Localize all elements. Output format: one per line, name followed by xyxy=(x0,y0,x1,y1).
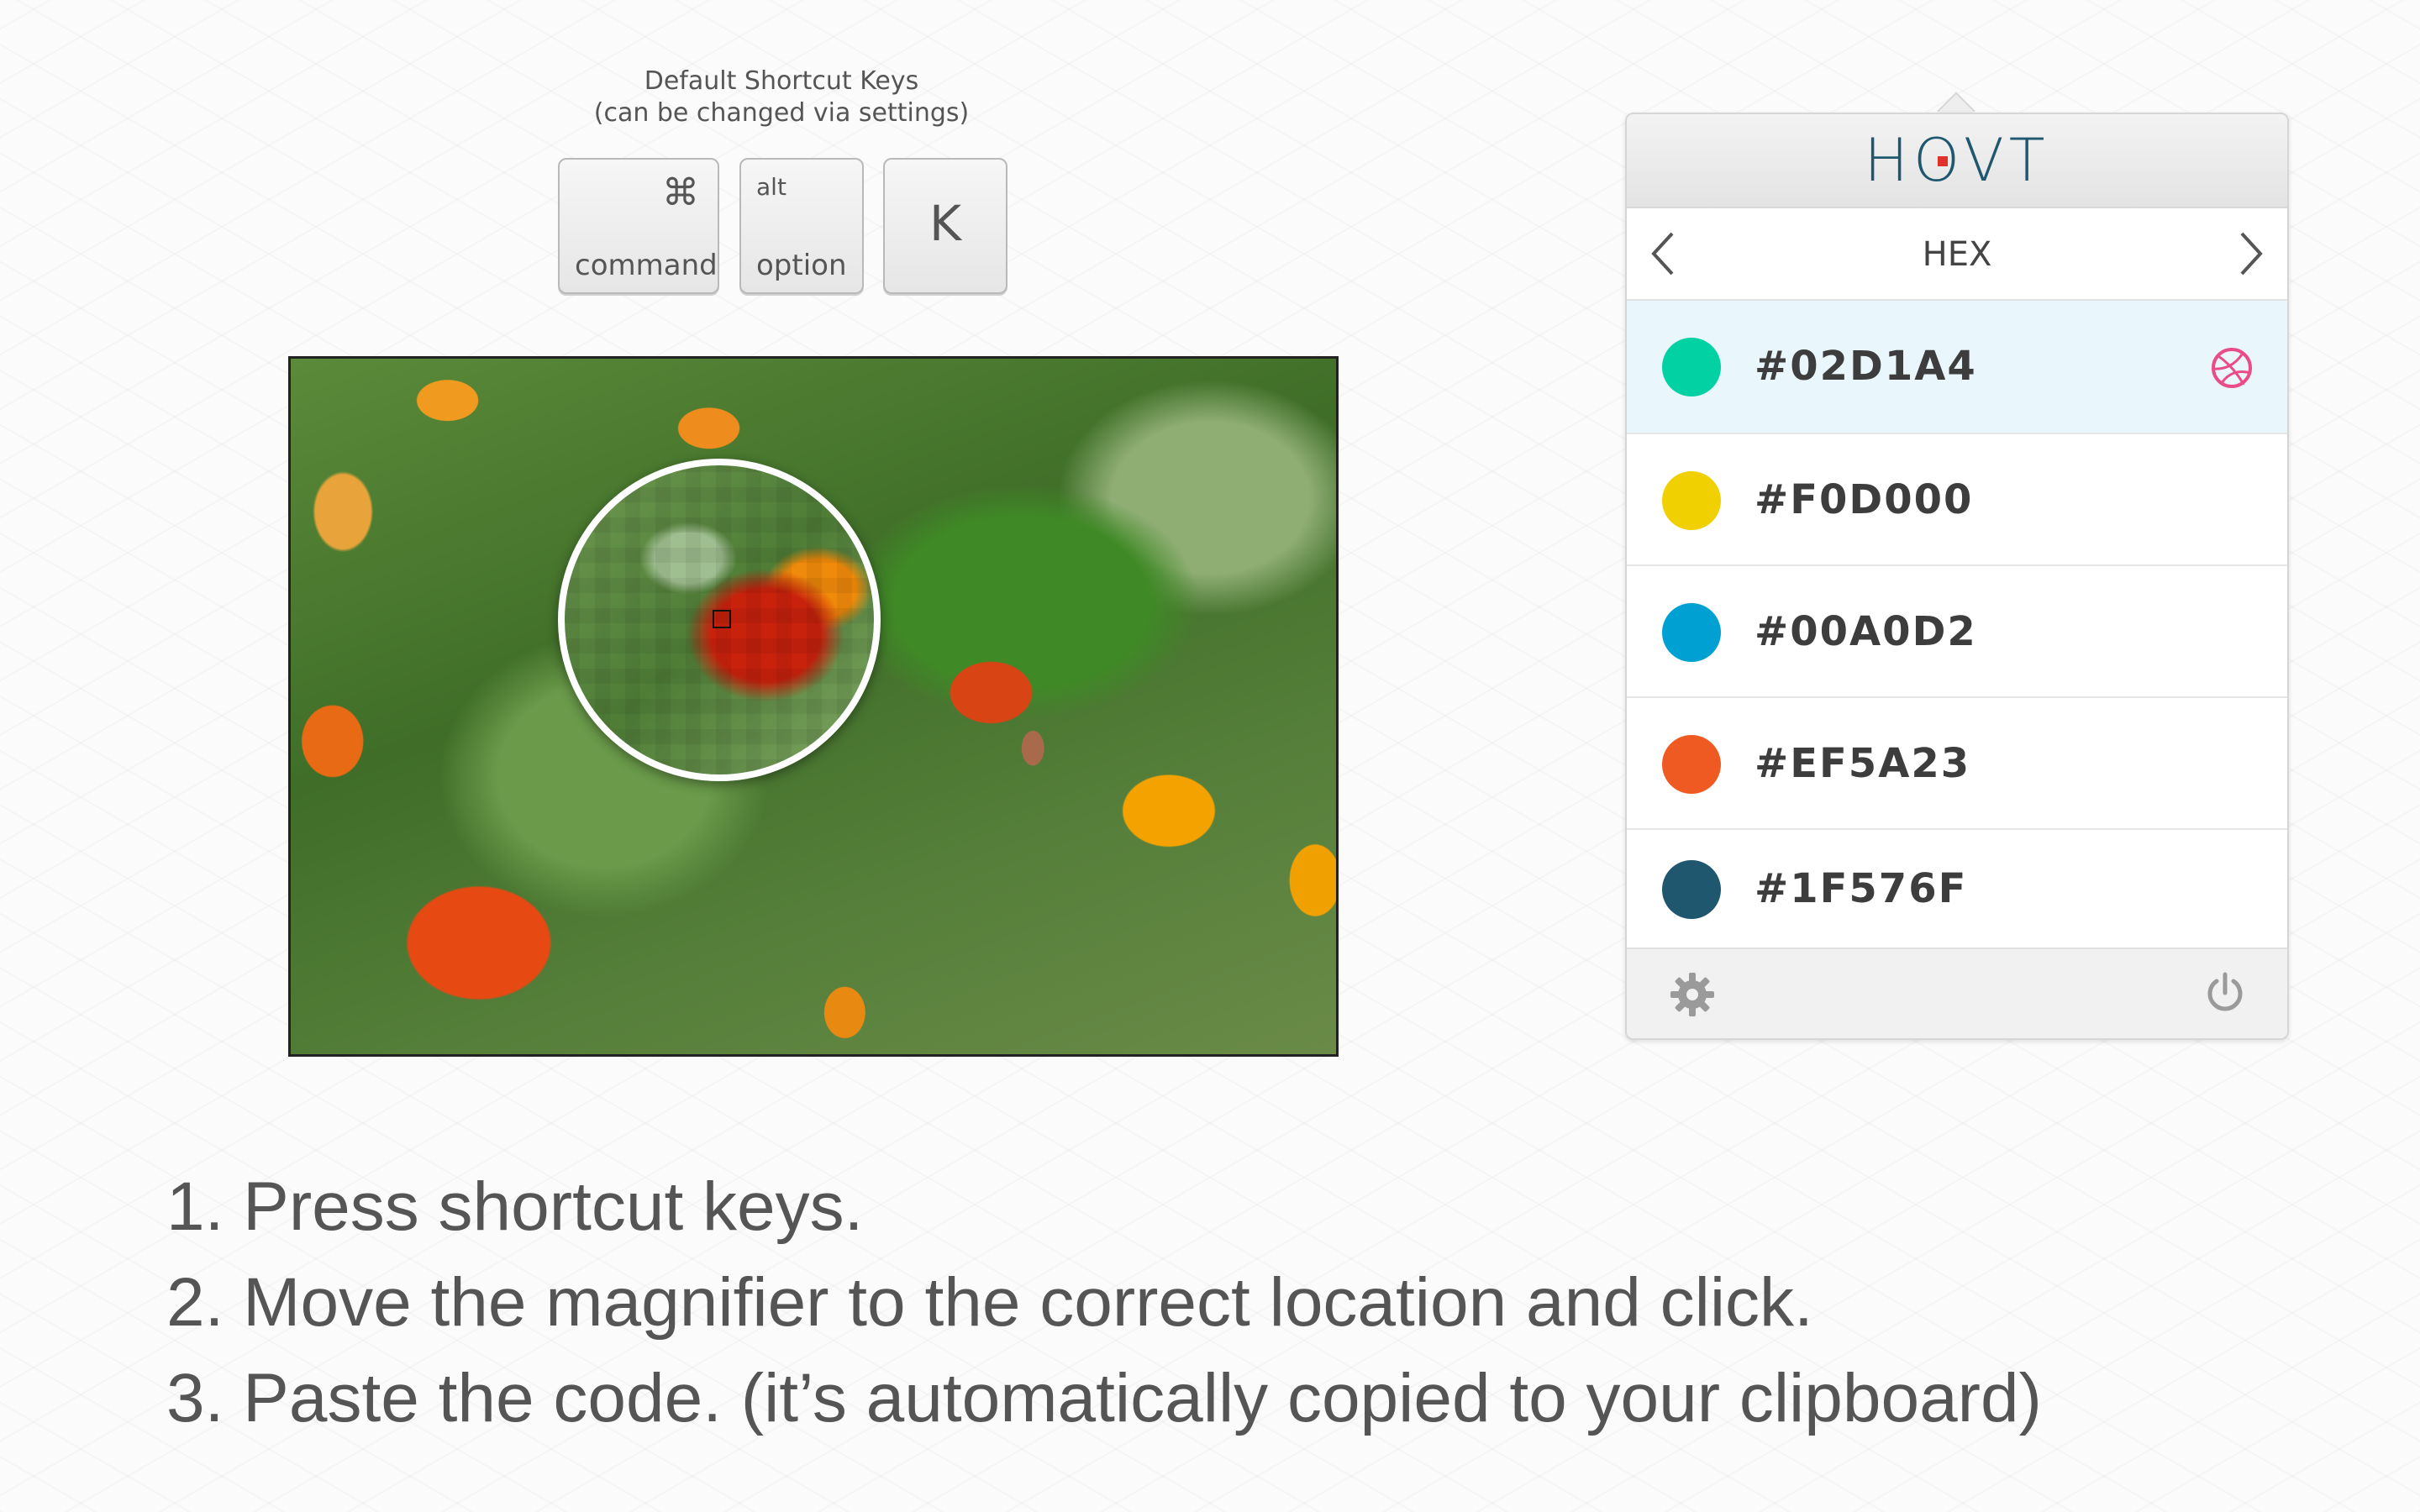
hex-value: #EF5A23 xyxy=(1754,740,1971,787)
power-icon[interactable] xyxy=(2202,969,2249,1016)
app-logo: HOVT xyxy=(1864,126,2050,195)
color-swatch xyxy=(1662,735,1721,794)
shortcut-subtitle: (can be changed via settings) xyxy=(593,98,970,128)
hex-value: #02D1A4 xyxy=(1754,343,1977,390)
color-swatch xyxy=(1662,471,1721,530)
color-history-list: #02D1A4 #F0D000 #00A0D2 #EF5A23 #1F576F xyxy=(1627,301,2287,954)
hex-value: #00A0D2 xyxy=(1754,608,1977,655)
option-key: alt option xyxy=(739,158,864,294)
dribbble-icon[interactable] xyxy=(2210,346,2254,390)
magnifier-target-pixel xyxy=(713,610,731,628)
hex-value: #1F576F xyxy=(1754,865,1968,912)
color-swatch xyxy=(1662,860,1721,919)
color-swatch xyxy=(1662,603,1721,662)
step-1: 1. Press shortcut keys. xyxy=(166,1168,864,1245)
chevron-right-icon[interactable] xyxy=(2233,228,2267,279)
option-key-label: option xyxy=(756,249,847,282)
format-label: HEX xyxy=(1922,235,1992,274)
instructions: 1. Press shortcut keys. 2. Move the magn… xyxy=(166,1159,2267,1446)
step-2: 2. Move the magnifier to the correct loc… xyxy=(166,1264,1813,1341)
format-selector: HEX xyxy=(1627,208,2287,301)
color-row[interactable]: #1F576F xyxy=(1627,830,2287,954)
step-3: 3. Paste the code. (it’s automatically c… xyxy=(166,1360,2042,1436)
k-key: K xyxy=(883,158,1007,294)
color-swatch xyxy=(1662,338,1721,396)
alt-symbol: alt xyxy=(756,173,786,201)
panel-header: HOVT xyxy=(1627,114,2287,208)
hex-value: #F0D000 xyxy=(1754,476,1974,523)
color-picker-panel: HOVT HEX #02D1A4 #F0D000 #00A0D2 #EF5A23… xyxy=(1625,113,2289,1040)
color-row[interactable]: #EF5A23 xyxy=(1627,698,2287,830)
color-row[interactable]: #00A0D2 xyxy=(1627,566,2287,698)
color-row[interactable]: #02D1A4 xyxy=(1627,301,2287,434)
logo-dot xyxy=(1938,156,1948,166)
k-key-label: K xyxy=(929,195,962,252)
command-key-label: command xyxy=(575,249,718,282)
color-row[interactable]: #F0D000 xyxy=(1627,434,2287,566)
shortcut-title: Default Shortcut Keys xyxy=(644,66,919,96)
command-symbol: ⌘ xyxy=(662,171,699,214)
panel-footer xyxy=(1627,948,2287,1038)
shortcut-heading: Default Shortcut Keys (can be changed vi… xyxy=(521,66,1042,129)
command-key: ⌘ command xyxy=(558,158,719,294)
gear-icon[interactable] xyxy=(1669,971,1716,1018)
